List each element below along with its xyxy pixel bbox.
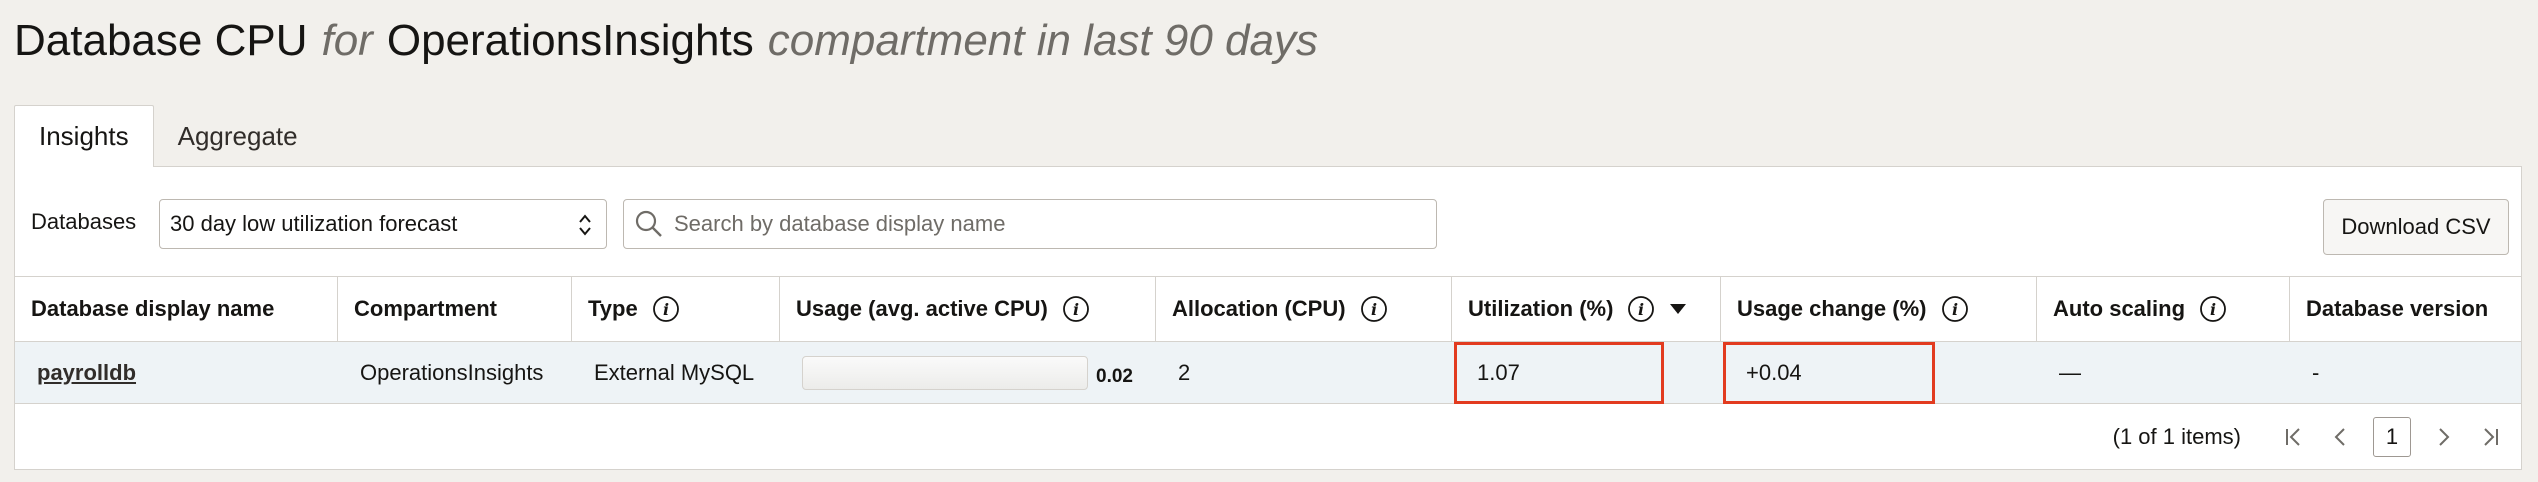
col-header-auto-scaling[interactable]: Auto scaling i — [2037, 277, 2290, 341]
cell-utilization-highlighted: 1.07 — [1454, 342, 1664, 404]
col-header-database-name[interactable]: Database display name — [15, 277, 338, 341]
databases-filter-select[interactable]: 30 day low utilization forecast — [159, 199, 607, 249]
previous-page-button[interactable] — [2323, 420, 2357, 454]
cell-auto-scaling: — — [2059, 359, 2081, 385]
col-header-database-version[interactable]: Database version — [2290, 277, 2521, 341]
pagination-summary: (1 of 1 items) — [2112, 424, 2241, 449]
first-page-icon — [2286, 428, 2300, 446]
usage-value: 0.02 — [1096, 365, 1133, 387]
svg-text:i: i — [663, 300, 669, 319]
info-icon[interactable]: i — [1062, 295, 1090, 323]
col-header-allocation[interactable]: Allocation (CPU) i — [1156, 277, 1452, 341]
tab-insights[interactable]: Insights — [14, 105, 154, 167]
table-header: Database display name Compartment Type i… — [15, 276, 2521, 342]
table-row[interactable]: payrolldb OperationsInsights External My… — [15, 342, 2521, 404]
col-header-type[interactable]: Type i — [572, 277, 780, 341]
pagination: (1 of 1 items) 1 — [2113, 404, 2521, 470]
svg-text:i: i — [1073, 300, 1079, 319]
col-header-usage[interactable]: Usage (avg. active CPU) i — [780, 277, 1156, 341]
col-label: Usage (avg. active CPU) — [796, 296, 1048, 321]
info-icon[interactable]: i — [1941, 295, 1969, 323]
col-label: Database display name — [31, 296, 275, 321]
download-csv-button[interactable]: Download CSV — [2323, 199, 2509, 255]
search-input[interactable]: Search by database display name — [623, 199, 1437, 249]
col-label: Allocation (CPU) — [1172, 296, 1346, 321]
svg-text:i: i — [1638, 300, 1644, 319]
col-label: Compartment — [354, 296, 498, 321]
chevron-right-icon — [2439, 428, 2450, 446]
page-title: Database CPU for OperationsInsights comp… — [14, 10, 1318, 72]
col-label: Database version — [2306, 296, 2489, 321]
svg-text:i: i — [1371, 300, 1377, 319]
svg-text:i: i — [1951, 300, 1957, 319]
first-page-button[interactable] — [2277, 420, 2311, 454]
page-number[interactable]: 1 — [2373, 417, 2411, 457]
info-icon[interactable]: i — [2199, 295, 2227, 323]
tab-aggregate[interactable]: Aggregate — [154, 105, 322, 167]
cell-usage-change-highlighted: +0.04 — [1723, 342, 1935, 404]
usage-change-value: +0.04 — [1746, 360, 1802, 385]
title-suffix: compartment in last 90 days — [767, 16, 1318, 65]
cell-allocation: 2 — [1178, 359, 1191, 385]
col-header-usage-change[interactable]: Usage change (%) i — [1721, 277, 2037, 341]
sort-descending-icon[interactable] — [1669, 303, 1687, 315]
col-header-compartment[interactable]: Compartment — [338, 277, 572, 341]
utilization-value: 1.07 — [1477, 360, 1520, 385]
databases-filter-value: 30 day low utilization forecast — [170, 211, 458, 236]
title-compartment: OperationsInsights — [386, 16, 754, 65]
select-chevron-icon — [579, 214, 591, 236]
title-for-word: for — [321, 16, 373, 65]
cell-compartment: OperationsInsights — [360, 359, 544, 385]
search-icon — [635, 210, 662, 237]
next-page-button[interactable] — [2427, 420, 2461, 454]
search-placeholder: Search by database display name — [674, 211, 1006, 236]
col-label: Auto scaling — [2053, 296, 2186, 321]
usage-bar — [802, 355, 1088, 390]
col-label: Utilization (%) — [1468, 296, 1614, 321]
cell-database-name[interactable]: payrolldb — [37, 342, 136, 403]
chevron-left-icon — [2334, 428, 2345, 446]
col-label: Type — [588, 296, 638, 321]
col-label: Usage change (%) — [1737, 296, 1927, 321]
info-icon[interactable]: i — [1627, 295, 1655, 323]
database-link[interactable]: payrolldb — [37, 360, 136, 386]
cell-type: External MySQL — [594, 359, 755, 385]
title-text: Database CPU — [14, 16, 308, 65]
insights-panel: Databases 30 day low utilization forecas… — [14, 166, 2522, 470]
info-icon[interactable]: i — [1360, 295, 1388, 323]
info-icon[interactable]: i — [652, 295, 680, 323]
toolbar: Databases 30 day low utilization forecas… — [15, 167, 2521, 277]
databases-label: Databases — [31, 209, 137, 234]
last-page-icon — [2484, 428, 2498, 446]
last-page-button[interactable] — [2473, 420, 2507, 454]
cell-database-version: - — [2312, 359, 2320, 385]
col-header-utilization[interactable]: Utilization (%) i — [1452, 277, 1721, 341]
svg-text:i: i — [2210, 300, 2216, 319]
tab-bar: Insights Aggregate — [14, 105, 322, 167]
cell-usage: 0.02 — [802, 342, 1133, 403]
